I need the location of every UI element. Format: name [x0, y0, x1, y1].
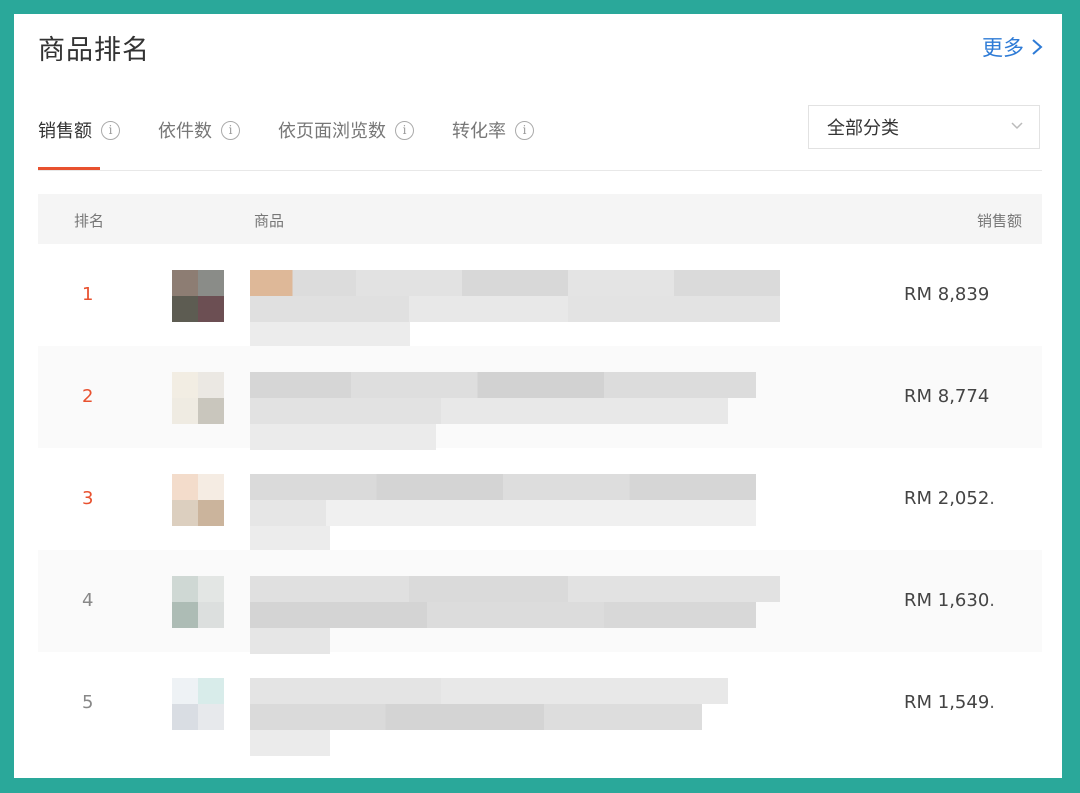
fade-overlay: [988, 266, 1038, 328]
table-row[interactable]: 1 RM 8,839: [38, 244, 1042, 348]
sales-value: RM 1,630.: [904, 590, 996, 611]
chevron-right-icon: [1032, 39, 1043, 55]
product-thumbnail[interactable]: [172, 474, 224, 526]
product-name-blurred[interactable]: [250, 678, 728, 704]
fade-overlay: [988, 572, 1038, 634]
category-select[interactable]: 全部分类: [808, 105, 1040, 149]
product-name-blurred: [250, 602, 756, 628]
tab-label: 依页面浏览数: [278, 121, 386, 142]
table-row[interactable]: 2 RM 8,774: [38, 346, 1042, 450]
fade-overlay: [988, 674, 1038, 736]
product-name-blurred: [250, 296, 780, 322]
more-label: 更多: [982, 36, 1024, 60]
table-row[interactable]: 3 RM 2,052.: [38, 448, 1042, 552]
tab-label: 转化率: [452, 121, 506, 142]
product-name-blurred: [250, 704, 702, 730]
chevron-down-icon: [1011, 122, 1023, 130]
sales-value: RM 8,774: [904, 386, 990, 407]
rank-number: 3: [82, 488, 94, 509]
tabs-divider: [38, 170, 1042, 171]
product-name-blurred[interactable]: [250, 474, 756, 500]
product-thumbnail[interactable]: [172, 372, 224, 424]
product-name-blurred: [250, 628, 330, 654]
product-name-blurred: [250, 424, 436, 450]
product-name-blurred: [250, 500, 756, 526]
product-name-blurred: [250, 730, 330, 756]
info-icon[interactable]: i: [515, 120, 534, 140]
rank-number: 4: [82, 590, 94, 611]
product-ranking-card: 商品排名 更多 销售额 i 依件数 i 依页面浏览数 i 转化率 i 全部分类 …: [14, 14, 1062, 778]
product-name-blurred[interactable]: [250, 270, 780, 296]
fade-overlay: [988, 368, 1038, 430]
more-link[interactable]: 更多: [982, 32, 1044, 62]
product-name-blurred: [250, 322, 410, 348]
sales-value: RM 1,549.: [904, 692, 996, 713]
table-header: 排名 商品 销售额: [38, 194, 1042, 244]
column-header-product: 商品: [254, 212, 285, 230]
table-row[interactable]: 5 RM 1,549.: [38, 652, 1042, 756]
tab-units[interactable]: 依件数 i: [158, 110, 240, 150]
tab-conversion-rate[interactable]: 转化率 i: [452, 110, 534, 150]
product-name-blurred[interactable]: [250, 372, 756, 398]
sales-value: RM 2,052.: [904, 488, 996, 509]
sales-value: RM 8,839: [904, 284, 990, 305]
product-name-blurred: [250, 398, 728, 424]
category-select-value: 全部分类: [827, 118, 899, 139]
product-name-blurred: [250, 526, 330, 552]
product-thumbnail[interactable]: [172, 270, 224, 322]
tab-page-views[interactable]: 依页面浏览数 i: [278, 110, 414, 150]
table-row[interactable]: 4 RM 1,630.: [38, 550, 1042, 654]
tab-sales[interactable]: 销售额 i: [38, 110, 120, 150]
info-icon[interactable]: i: [221, 120, 240, 140]
product-thumbnail[interactable]: [172, 576, 224, 628]
page-title: 商品排名: [38, 35, 150, 66]
column-header-rank: 排名: [74, 212, 105, 230]
rank-number: 5: [82, 692, 94, 713]
info-icon[interactable]: i: [101, 120, 120, 140]
rank-number: 2: [82, 386, 94, 407]
column-header-sales: 销售额: [976, 212, 1022, 230]
product-thumbnail[interactable]: [172, 678, 224, 730]
product-name-blurred[interactable]: [250, 576, 780, 602]
rank-number: 1: [82, 284, 94, 305]
metric-tabs: 销售额 i 依件数 i 依页面浏览数 i 转化率 i: [38, 110, 572, 170]
tab-label: 依件数: [158, 121, 212, 142]
tab-label: 销售额: [38, 121, 92, 142]
info-icon[interactable]: i: [395, 120, 414, 140]
fade-overlay: [988, 470, 1038, 532]
